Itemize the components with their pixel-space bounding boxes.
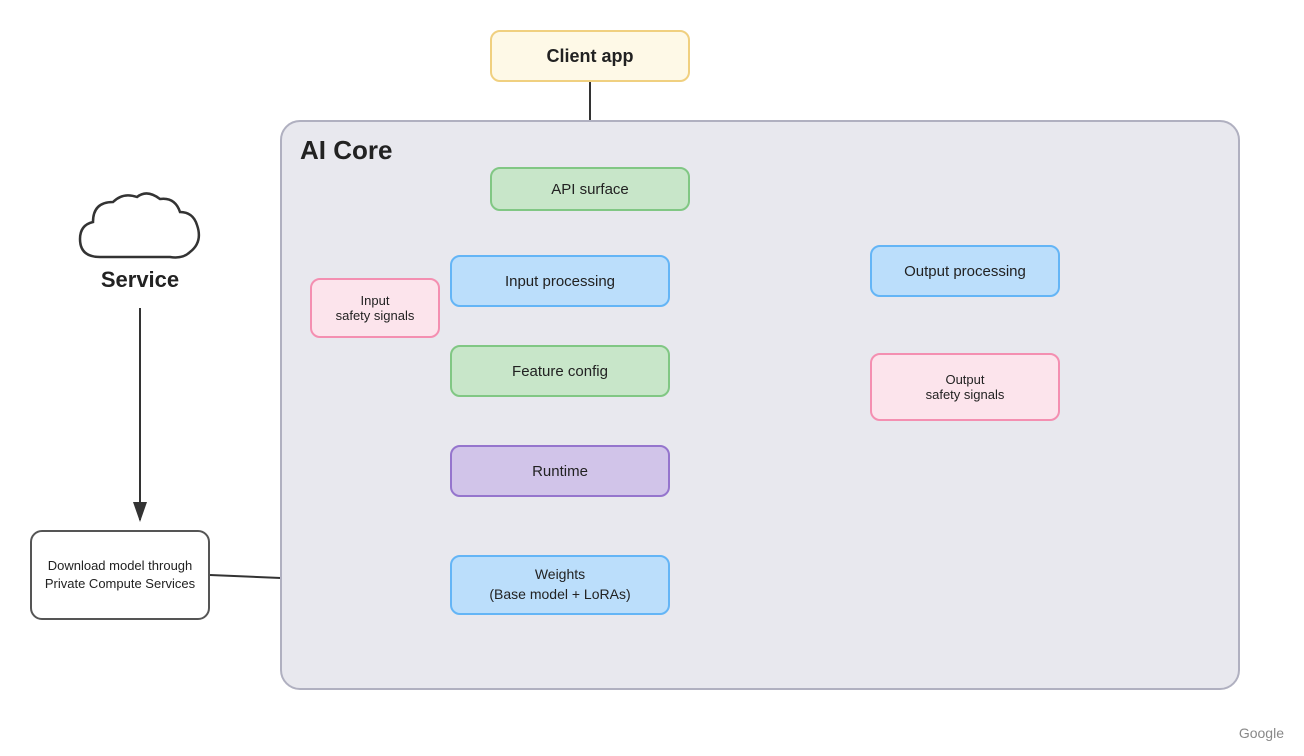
google-watermark: Google	[1239, 725, 1284, 741]
output-processing-box: Output processing	[870, 245, 1060, 297]
feature-config-label: Feature config	[512, 363, 608, 380]
client-app-label: Client app	[546, 46, 633, 67]
download-model-box: Download model through Private Compute S…	[30, 530, 210, 620]
output-safety-label: Outputsafety signals	[926, 372, 1005, 402]
cloud-icon	[75, 187, 205, 277]
api-surface-box: API surface	[490, 167, 690, 211]
client-app-box: Client app	[490, 30, 690, 82]
ai-core-container	[280, 120, 1240, 690]
api-surface-label: API surface	[551, 181, 629, 198]
download-model-label: Download model through Private Compute S…	[40, 557, 200, 593]
input-safety-label: Inputsafety signals	[336, 293, 415, 323]
ai-core-label: AI Core	[300, 135, 392, 166]
weights-box: Weights (Base model + LoRAs)	[450, 555, 670, 615]
service-label: Service	[101, 267, 179, 293]
input-processing-box: Input processing	[450, 255, 670, 307]
weights-line1: Weights	[535, 565, 585, 585]
weights-line2: (Base model + LoRAs)	[489, 585, 630, 605]
runtime-label: Runtime	[532, 463, 588, 480]
runtime-box: Runtime	[450, 445, 670, 497]
service-cloud: Service	[55, 175, 225, 305]
input-safety-box: Inputsafety signals	[310, 278, 440, 338]
output-processing-label: Output processing	[904, 263, 1026, 280]
output-safety-box: Outputsafety signals	[870, 353, 1060, 421]
diagram-container: Client app AI Core API surface Input pro…	[0, 0, 1304, 756]
feature-config-box: Feature config	[450, 345, 670, 397]
input-processing-label: Input processing	[505, 273, 615, 290]
